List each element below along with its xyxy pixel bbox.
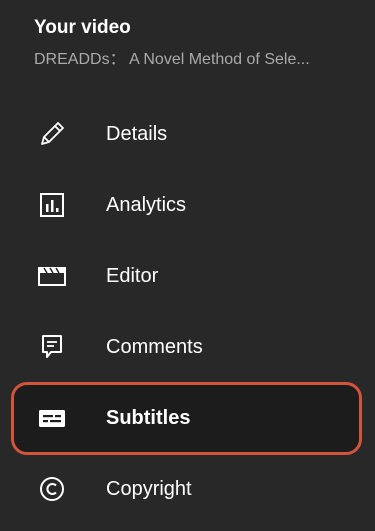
pencil-icon: [34, 116, 70, 152]
bar-chart-icon: [34, 187, 70, 223]
menu-item-label: Analytics: [106, 193, 187, 216]
menu-item-subtitles[interactable]: Subtitles: [0, 382, 375, 453]
menu-item-editor[interactable]: Editor: [0, 240, 375, 311]
header: Your video DREADDs： A Novel Method of Se…: [34, 14, 354, 72]
menu-item-label: Copyright: [106, 477, 192, 500]
menu-item-analytics[interactable]: Analytics: [0, 169, 375, 240]
copyright-icon: [34, 471, 70, 507]
video-menu: Details Analytics Editor Comments Subtit…: [0, 98, 375, 524]
menu-item-label: Details: [106, 122, 168, 145]
page-title: Your video: [34, 17, 131, 38]
menu-item-label: Editor: [106, 264, 159, 287]
clapperboard-icon: [34, 258, 70, 294]
menu-item-label: Comments: [106, 335, 203, 358]
video-title: DREADDs： A Novel Method of Sele...: [34, 51, 310, 68]
menu-item-copyright[interactable]: Copyright: [0, 453, 375, 524]
menu-item-details[interactable]: Details: [0, 98, 375, 169]
menu-item-label: Subtitles: [106, 406, 191, 429]
menu-item-comments[interactable]: Comments: [0, 311, 375, 382]
subtitles-icon: [34, 400, 70, 436]
comment-icon: [34, 329, 70, 365]
